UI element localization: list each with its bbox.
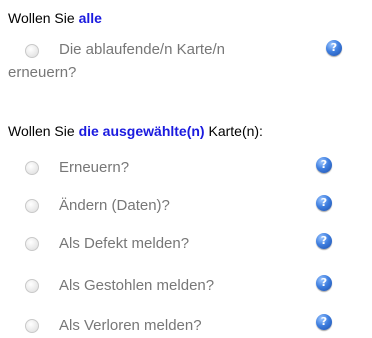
- radio-renew-expiring[interactable]: [25, 44, 39, 58]
- option-label-report-stolen: Als Gestohlen melden?: [59, 277, 215, 294]
- radio-renew[interactable]: [25, 161, 39, 175]
- renew-expiring-label-line1: Die ablaufende/n Karte/n: [59, 41, 225, 58]
- help-renew-expiring-icon[interactable]: ?: [326, 40, 342, 56]
- heading-all-highlight: alle: [78, 10, 102, 26]
- heading-selected-suffix: Karte(n):: [204, 123, 263, 139]
- radio-report-defect[interactable]: [25, 237, 39, 251]
- section-heading-all: Wollen Sie alle: [8, 10, 102, 26]
- help-renew-icon[interactable]: ?: [316, 157, 332, 173]
- option-label-change-data: Ändern (Daten)?: [59, 197, 170, 214]
- radio-change-data[interactable]: [25, 199, 39, 213]
- help-report-stolen-icon[interactable]: ?: [316, 275, 332, 291]
- option-label-report-defect: Als Defekt melden?: [59, 235, 190, 252]
- heading-selected-highlight: die ausgewählte(n): [78, 123, 205, 139]
- option-label-report-lost: Als Verloren melden?: [59, 317, 202, 334]
- radio-report-stolen[interactable]: [25, 279, 39, 293]
- help-report-defect-icon[interactable]: ?: [316, 233, 332, 249]
- help-change-data-icon[interactable]: ?: [316, 195, 332, 211]
- renew-expiring-label-line2: erneuern?: [8, 64, 77, 81]
- heading-selected-prefix: Wollen Sie: [8, 123, 79, 139]
- help-report-lost-icon[interactable]: ?: [316, 314, 332, 330]
- section-heading-selected: Wollen Sie die ausgewählte(n) Karte(n):: [8, 123, 263, 139]
- heading-all-prefix: Wollen Sie: [8, 10, 79, 26]
- radio-report-lost[interactable]: [25, 319, 39, 333]
- option-label-renew: Erneuern?: [59, 159, 130, 176]
